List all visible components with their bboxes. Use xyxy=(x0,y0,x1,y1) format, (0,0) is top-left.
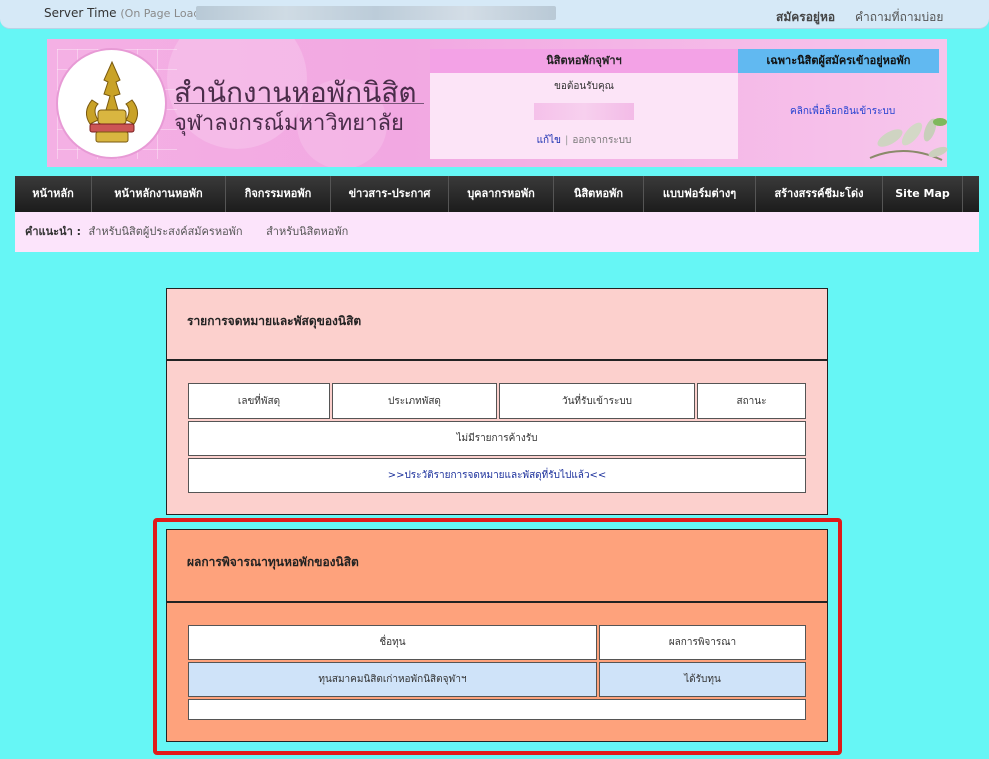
server-time-value-redacted xyxy=(196,6,556,20)
nav-item[interactable]: Site Map xyxy=(883,176,963,212)
nav-item[interactable]: บุคลากรหอพัก xyxy=(449,176,554,212)
server-time: Server Time (On Page Load): xyxy=(44,6,208,20)
server-time-label: Server Time xyxy=(44,6,117,20)
nav-item[interactable]: สร้างสรรค์ชีมะโด่ง xyxy=(756,176,883,212)
org-name-divider xyxy=(174,103,424,104)
subnav-resident-link[interactable]: สำหรับนิสิตหอพัก xyxy=(266,225,348,238)
mail-empty-message: ไม่มีรายการค้างรับ xyxy=(188,421,806,456)
welcome-text: ขอต้อนรับคุณ xyxy=(554,81,614,92)
mail-history-link[interactable]: >>ประวัติรายการจดหมายและพัสดุที่รับไปแล้… xyxy=(388,470,607,481)
nav-item[interactable]: หน้าหลัก xyxy=(15,176,92,212)
subnav-applicant-link[interactable]: สำหรับนิสิตผู้ประสงค์สมัครหอพัก xyxy=(88,225,242,238)
nav-item[interactable]: นิสิตหอพัก xyxy=(554,176,644,212)
mail-col-received-date: วันที่รับเข้าระบบ xyxy=(499,383,695,419)
mail-col-parcel-number: เลขที่พัสดุ xyxy=(188,383,330,419)
main-nav: หน้าหลัก หน้าหลักงานหอพัก กิจกรรมหอพัก ข่าว… xyxy=(15,176,979,212)
nav-item[interactable]: หน้าหลักงานหอพัก xyxy=(92,176,226,212)
sub-nav: คำแนะนำ : สำหรับนิสิตผู้ประสงค์สมัครหอพั… xyxy=(15,212,979,252)
applicant-panel-title: เฉพาะนิสิตผู้สมัครเข้าอยู่หอพัก xyxy=(738,49,939,73)
faq-link[interactable]: คำถามที่ถามบ่อย xyxy=(855,8,943,27)
nav-item[interactable]: ข่าวสาร-ประกาศ xyxy=(331,176,449,212)
mail-panel-title: รายการจดหมายและพัสดุของนิสิต xyxy=(167,289,827,361)
mail-history-cell: >>ประวัติรายการจดหมายและพัสดุที่รับไปแล้… xyxy=(188,458,806,493)
top-bar: Server Time (On Page Load): สมัครอยู่หอ … xyxy=(0,0,989,29)
logout-link[interactable]: ออกจากระบบ xyxy=(572,135,631,146)
mail-table: เลขที่พัสดุ ประเภทพัสดุ วันที่รับเข้าระบ… xyxy=(186,381,808,495)
edit-profile-link[interactable]: แก้ไข xyxy=(537,135,561,146)
apply-dorm-link[interactable]: สมัครอยู่หอ xyxy=(776,8,835,27)
crest-icon xyxy=(86,60,138,143)
nav-item[interactable]: แบบฟอร์มต่างๆ xyxy=(644,176,756,212)
highlight-frame xyxy=(153,518,842,755)
link-separator: | xyxy=(564,135,569,146)
nav-item[interactable]: กิจกรรมหอพัก xyxy=(226,176,331,212)
account-links: แก้ไข | ออกจากระบบ xyxy=(430,133,738,148)
olive-branch-icon xyxy=(869,118,948,161)
student-panel-title: นิสิตหอพักจุฬาฯ xyxy=(430,49,738,73)
mail-col-parcel-type: ประเภทพัสดุ xyxy=(332,383,497,419)
mail-col-status: สถานะ xyxy=(697,383,806,419)
university-logo xyxy=(58,50,165,157)
subnav-label: คำแนะนำ : xyxy=(25,225,81,238)
org-name-line2: จุฬาลงกรณ์มหาวิทยาลัย xyxy=(174,111,404,136)
username-redacted xyxy=(534,103,634,120)
student-login-panel: นิสิตหอพักจุฬาฯ ขอต้อนรับคุณ แก้ไข | ออกจา… xyxy=(430,49,738,159)
mail-panel: รายการจดหมายและพัสดุของนิสิต เลขที่พัสดุ… xyxy=(166,288,828,515)
